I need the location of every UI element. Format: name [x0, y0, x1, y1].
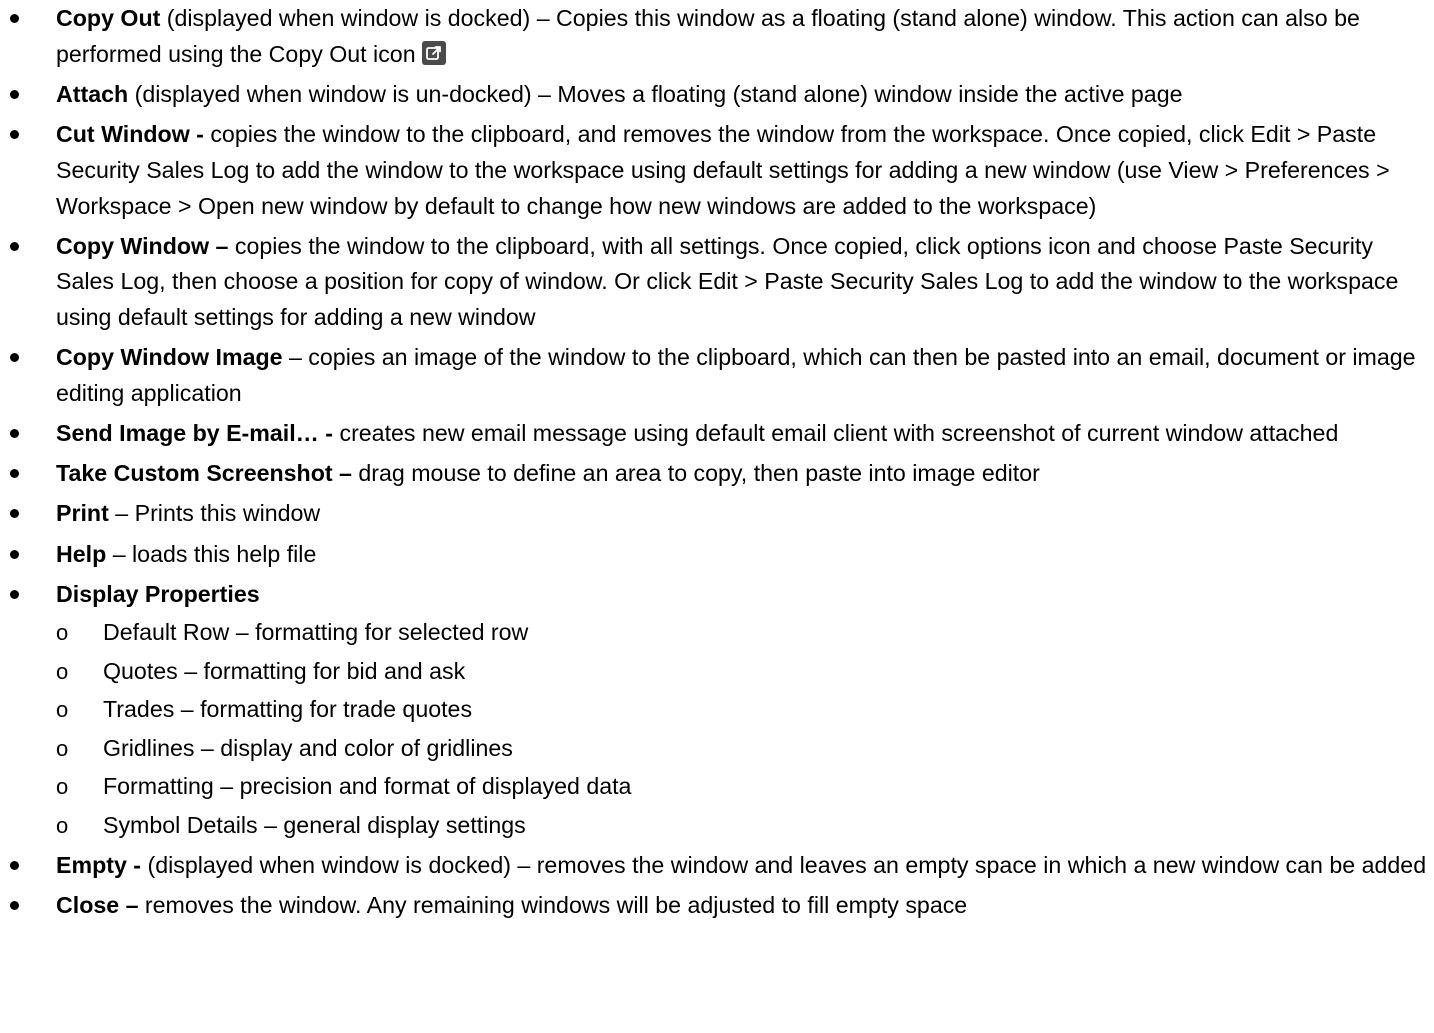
help-document: Copy Out (displayed when window is docke… [0, 1, 1434, 1033]
desc-help: – loads this help file [106, 540, 317, 567]
list-item-attach: Attach (displayed when window is un-dock… [0, 77, 1434, 113]
term-copy-window: Copy Window – [56, 232, 229, 259]
desc-attach: (displayed when window is un-docked) – M… [128, 80, 1183, 107]
list-item-cut-window: Cut Window - copies the window to the cl… [0, 117, 1434, 224]
desc-empty: (displayed when window is docked) – remo… [141, 851, 1427, 878]
copy-out-icon [421, 40, 446, 65]
term-send-image-email: Send Image by E-mail… - [56, 420, 334, 447]
list-item-copy-window-image: Copy Window Image – copies an image of t… [0, 340, 1434, 412]
list-item-copy-out: Copy Out (displayed when window is docke… [0, 1, 1434, 73]
desc-copy-window: copies the window to the clipboard, with… [56, 232, 1399, 331]
term-close: Close – [56, 891, 139, 918]
sub-item-default-row: Default Row – formatting for selected ro… [56, 615, 1428, 651]
list-item-custom-screenshot: Take Custom Screenshot – drag mouse to d… [0, 456, 1434, 492]
desc-print: – Prints this window [108, 500, 321, 527]
term-print: Print [56, 500, 109, 527]
sub-item-symbol-details: Symbol Details – general display setting… [56, 808, 1428, 844]
list-item-close: Close – removes the window. Any remainin… [0, 888, 1434, 924]
term-help: Help [56, 540, 107, 567]
desc-custom-screenshot: drag mouse to define an area to copy, th… [351, 460, 1040, 487]
desc-send-image-email: creates new email message using default … [333, 420, 1339, 447]
list-item-display-properties: Display Properties Default Row – formatt… [0, 577, 1434, 844]
term-custom-screenshot: Take Custom Screenshot – [56, 460, 352, 487]
sub-item-quotes: Quotes – formatting for bid and ask [56, 654, 1428, 690]
term-copy-window-image: Copy Window Image [56, 344, 283, 371]
term-attach: Attach [56, 80, 129, 107]
list-item-send-image-email: Send Image by E-mail… - creates new emai… [0, 416, 1434, 452]
sub-item-gridlines: Gridlines – display and color of gridlin… [56, 731, 1428, 767]
list-item-empty: Empty - (displayed when window is docked… [0, 848, 1434, 884]
term-copy-out: Copy Out [56, 5, 161, 31]
list-item-help: Help – loads this help file [0, 537, 1434, 573]
list-item-copy-window: Copy Window – copies the window to the c… [0, 229, 1434, 336]
term-display-properties: Display Properties [56, 580, 260, 607]
desc-close: removes the window. Any remaining window… [138, 891, 968, 918]
term-cut-window: Cut Window - [56, 120, 204, 147]
desc-cut-window: copies the window to the clipboard, and … [56, 120, 1390, 219]
list-item-print: Print – Prints this window [0, 496, 1434, 532]
term-empty: Empty - [56, 851, 142, 878]
sub-item-trades: Trades – formatting for trade quotes [56, 692, 1428, 728]
display-properties-sublist: Default Row – formatting for selected ro… [56, 615, 1428, 843]
sub-item-formatting: Formatting – precision and format of dis… [56, 769, 1428, 805]
menu-options-list: Copy Out (displayed when window is docke… [0, 1, 1434, 924]
desc-copy-out: (displayed when window is docked) – Copi… [56, 5, 1360, 67]
